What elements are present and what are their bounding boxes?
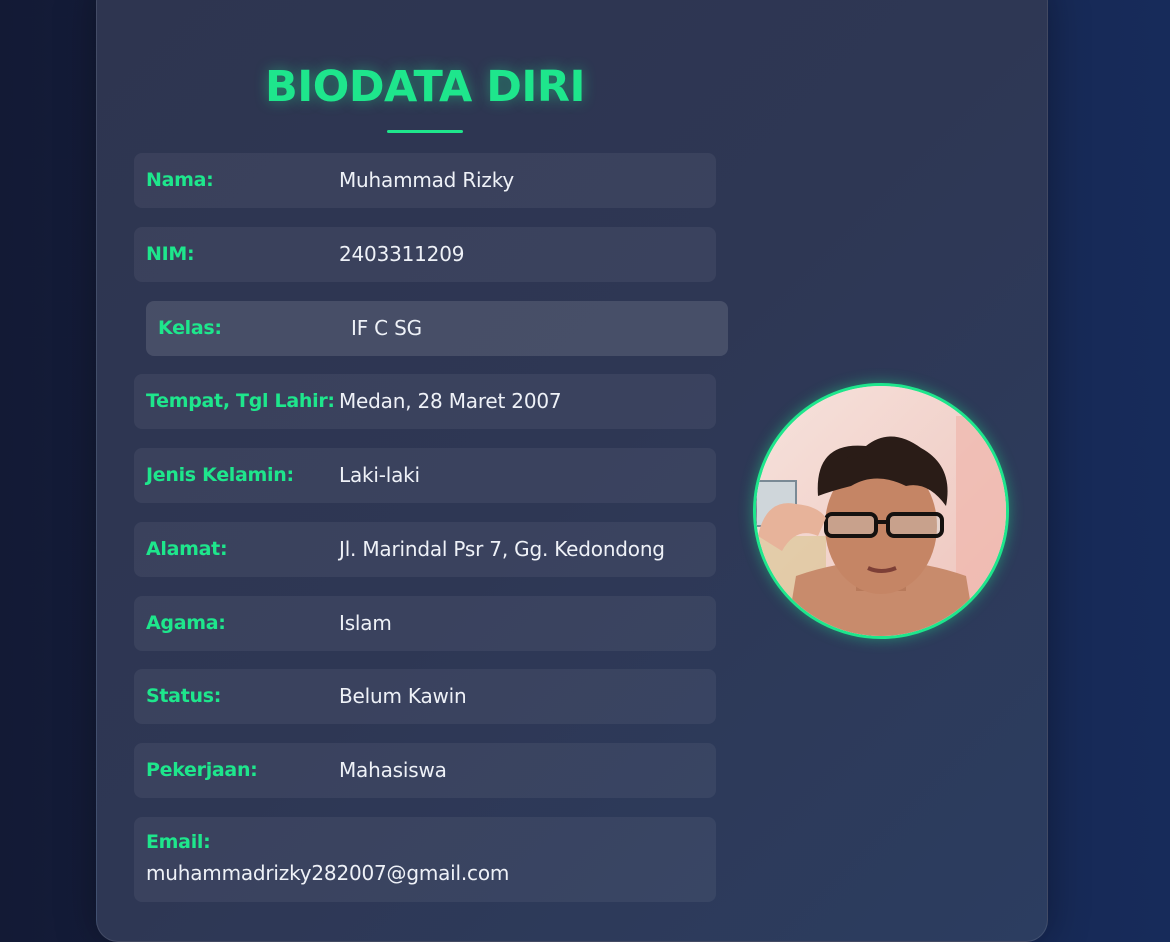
- field-label: Tempat, Tgl Lahir:: [146, 390, 335, 412]
- field-value: muhammadrizky282007@gmail.com: [146, 861, 510, 885]
- field-label: Nama:: [146, 169, 214, 191]
- field-label: Email:: [146, 831, 211, 853]
- profile-photo: [753, 383, 1009, 639]
- field-value: Jl. Marindal Psr 7, Gg. Kedondong: [339, 537, 665, 561]
- page-title: BIODATA DIRI: [264, 62, 586, 112]
- field-value: 2403311209: [339, 242, 465, 266]
- field-row-kelas: Kelas: IF C SG: [146, 301, 728, 356]
- field-row-agama: Agama: Islam: [134, 596, 716, 651]
- field-value: Laki-laki: [339, 463, 420, 487]
- field-row-pekerjaan: Pekerjaan: Mahasiswa: [134, 743, 716, 798]
- field-value: Medan, 28 Maret 2007: [339, 389, 562, 413]
- field-value: Islam: [339, 611, 392, 635]
- field-label: Jenis Kelamin:: [146, 464, 294, 486]
- field-label: NIM:: [146, 243, 195, 265]
- field-value: IF C SG: [351, 316, 422, 340]
- field-label: Pekerjaan:: [146, 759, 258, 781]
- field-row-alamat: Alamat: Jl. Marindal Psr 7, Gg. Kedondon…: [134, 522, 716, 577]
- field-label: Kelas:: [158, 317, 222, 339]
- field-row-jenis-kelamin: Jenis Kelamin: Laki-laki: [134, 448, 716, 503]
- title-underline: [387, 130, 463, 133]
- field-label: Alamat:: [146, 538, 228, 560]
- field-row-nim: NIM: 2403311209: [134, 227, 716, 282]
- field-label: Agama:: [146, 612, 226, 634]
- field-row-status: Status: Belum Kawin: [134, 669, 716, 724]
- field-row-nama: Nama: Muhammad Rizky: [134, 153, 716, 208]
- field-value: Muhammad Rizky: [339, 168, 514, 192]
- profile-photo-image: [756, 386, 1006, 636]
- field-label: Status:: [146, 685, 222, 707]
- field-value: Mahasiswa: [339, 758, 447, 782]
- field-row-email: Email: muhammadrizky282007@gmail.com: [134, 817, 716, 902]
- field-value: Belum Kawin: [339, 684, 467, 708]
- field-row-tempat-tgl-lahir: Tempat, Tgl Lahir: Medan, 28 Maret 2007: [134, 374, 716, 429]
